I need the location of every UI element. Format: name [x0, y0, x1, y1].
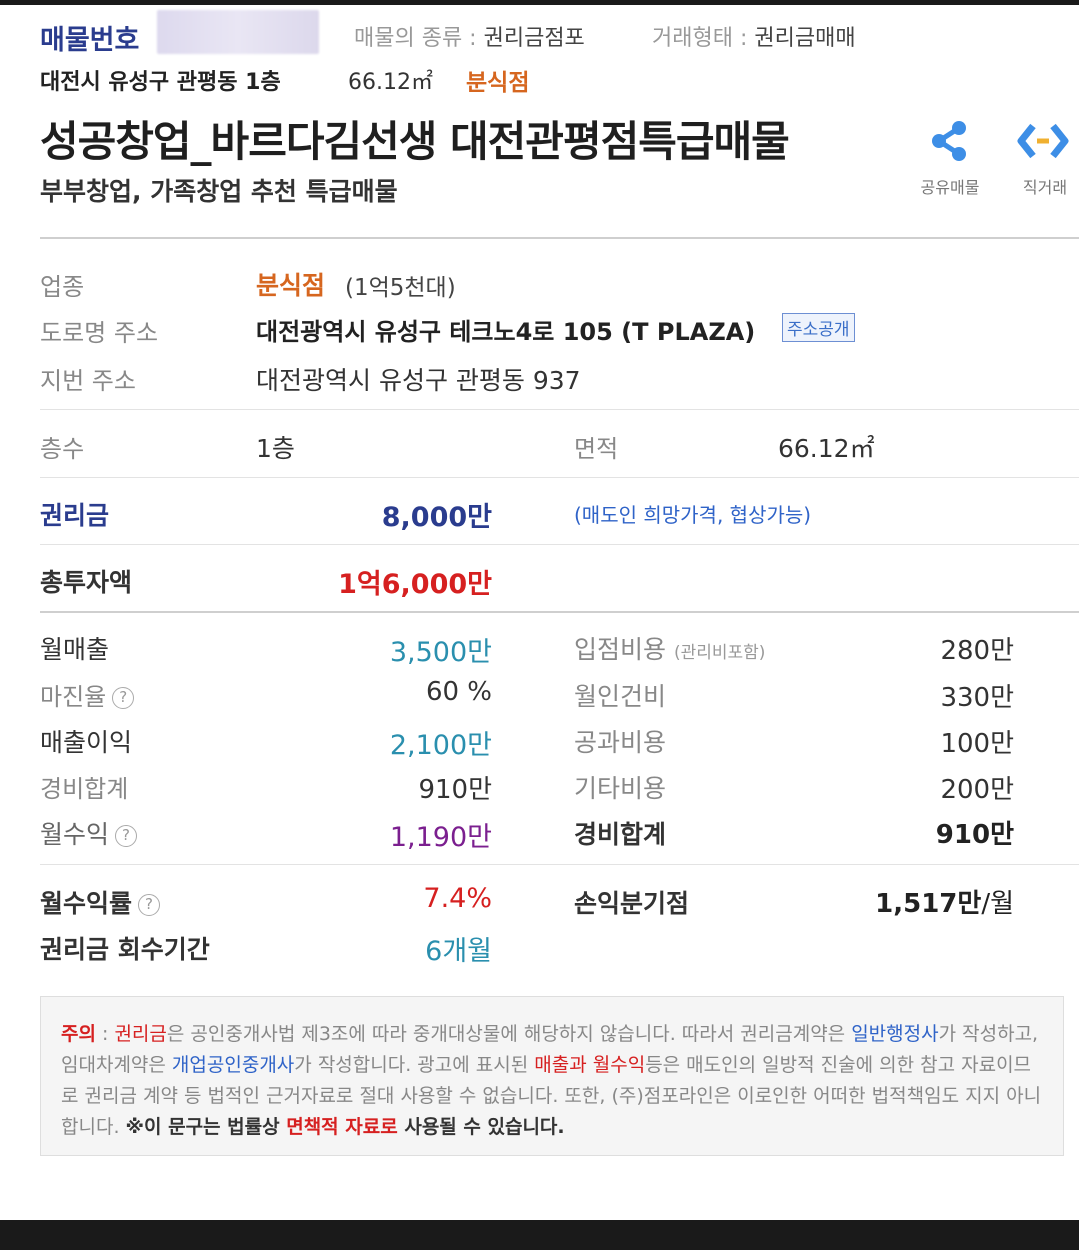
divider — [40, 477, 1079, 478]
break-even-label: 손익분기점 — [574, 889, 690, 918]
other-cost-value: 200만 — [940, 775, 1014, 805]
share-button[interactable]: 공유매물 — [910, 112, 990, 202]
utility-cost-label: 공과비용 — [574, 728, 667, 757]
disclaimer-box: 주의 : 권리금은 공인중개사법 제3조에 따라 중개대상물에 해당하지 않습니… — [40, 996, 1064, 1156]
location-summary: 대전시 유성구 관평동 1층 — [40, 70, 281, 95]
premium-value: 8,000만 — [381, 502, 492, 533]
labor-cost-value: 330만 — [940, 683, 1014, 713]
total-investment-label: 총투자액 — [40, 568, 133, 597]
expense-total-label: 경비합계 — [40, 775, 129, 803]
direct-deal-icon — [1017, 123, 1069, 159]
direct-deal-button[interactable]: 직거래 — [1005, 112, 1079, 202]
biz-type-label: 업종 — [40, 273, 85, 301]
listing-number-blurred — [157, 10, 319, 54]
payback-value: 6개월 — [425, 936, 492, 967]
monthly-sales-label: 월매출 — [40, 635, 110, 664]
divider — [40, 864, 1079, 865]
payback-label: 권리금 회수기간 — [40, 935, 210, 964]
gross-profit-value: 2,100만 — [389, 730, 492, 761]
expense-total-value: 910만 — [418, 775, 492, 805]
gross-profit-label: 매출이익 — [40, 728, 133, 757]
listing-type: 매물의 종류 : 권리금점포 — [354, 26, 585, 51]
labor-cost-label: 월인건비 — [574, 682, 667, 711]
share-icon — [932, 121, 966, 161]
lot-address-label: 지번 주소 — [40, 367, 136, 395]
address-public-badge[interactable]: 주소공개 — [782, 313, 855, 342]
area-summary: 66.12㎡ — [348, 70, 433, 95]
share-label: 공유매물 — [920, 178, 980, 197]
help-icon[interactable]: ? — [115, 825, 138, 847]
entry-cost-label: 입점비용 (관리비포함) — [574, 635, 766, 664]
deal-type: 거래형태 : 권리금매매 — [652, 26, 856, 51]
premium-note: (매도인 희망가격, 협상가능) — [574, 503, 812, 527]
area-value: 66.12㎡ — [778, 434, 875, 463]
direct-deal-label: 직거래 — [1022, 178, 1068, 197]
floor-value: 1층 — [256, 434, 295, 463]
bottom-bar — [0, 1220, 1079, 1250]
road-address-label: 도로명 주소 — [40, 319, 159, 347]
divider — [40, 611, 1079, 613]
utility-cost-value: 100만 — [940, 729, 1014, 759]
margin-rate-value: 60 % — [425, 677, 492, 707]
other-cost-label: 기타비용 — [574, 774, 667, 803]
yield-label: 월수익률? — [40, 884, 161, 920]
divider — [40, 409, 1079, 410]
total-investment-value: 1억6,000만 — [338, 569, 492, 600]
area-label: 면적 — [574, 435, 619, 463]
listing-title: 성공창업_바르다김선생 대전관평점특급매물 — [40, 117, 790, 166]
divider — [40, 544, 1079, 545]
break-even-value: 1,517만/월 — [875, 889, 1014, 919]
monthly-profit-value: 1,190만 — [389, 822, 492, 853]
yield-value: 7.4% — [423, 883, 492, 914]
category-summary: 분식점 — [466, 70, 530, 96]
help-icon[interactable]: ? — [138, 894, 161, 916]
biz-price-range: (1억5천대) — [345, 275, 456, 301]
lot-address-value: 대전광역시 유성구 관평동 937 — [256, 366, 581, 395]
floor-label: 층수 — [40, 435, 85, 463]
top-bar — [0, 0, 1079, 5]
divider — [40, 237, 1079, 239]
monthly-sales-value: 3,500만 — [389, 637, 492, 668]
entry-cost-value: 280만 — [940, 636, 1014, 666]
help-icon[interactable]: ? — [112, 687, 135, 709]
road-address-value: 대전광역시 유성구 테크노4로 105 (T PLAZA) — [256, 318, 756, 346]
biz-type-value: 분식점 — [256, 271, 326, 300]
premium-label: 권리금 — [40, 501, 110, 530]
expense-sum-label: 경비합계 — [574, 820, 667, 849]
listing-number-label: 매물번호 — [40, 25, 140, 56]
margin-rate-label: 마진율? — [40, 677, 135, 712]
disclaimer-text: 주의 : 권리금은 공인중개사법 제3조에 따라 중개대상물에 해당하지 않습니… — [61, 1023, 1042, 1138]
expense-sum-value: 910만 — [935, 820, 1014, 850]
monthly-profit-label: 월수익? — [40, 815, 138, 851]
listing-subtitle: 부부창업, 가족창업 추천 특급매물 — [40, 177, 398, 206]
